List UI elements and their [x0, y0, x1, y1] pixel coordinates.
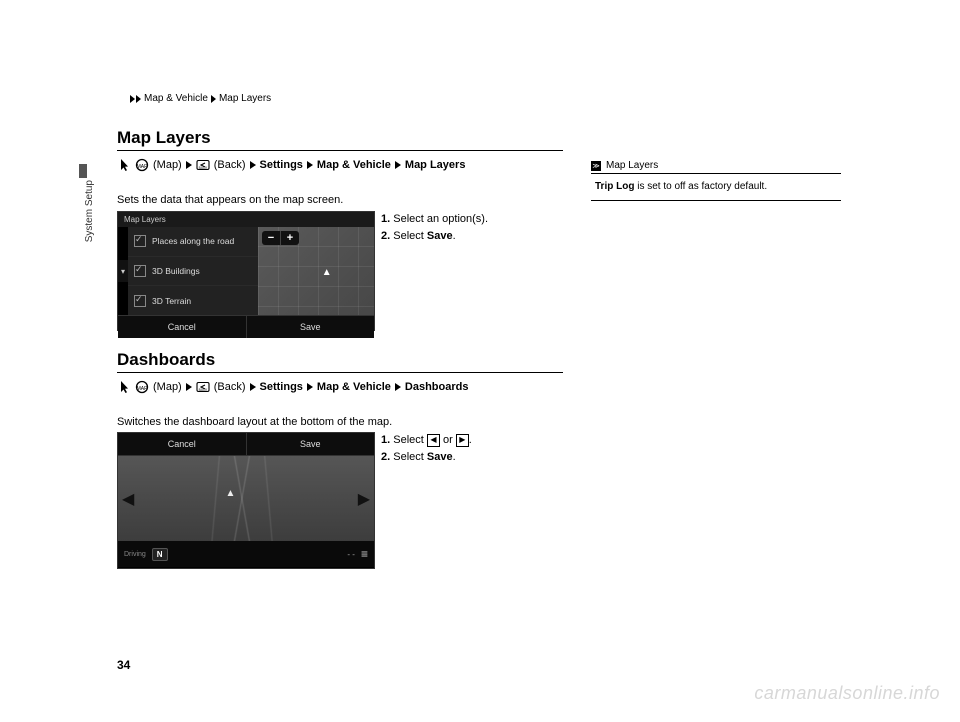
- screenshot-dashboards: Cancel Save ◀ ▶ ▲ Driving N - - ≡: [117, 432, 375, 569]
- option-places-along-road[interactable]: Places along the road: [128, 227, 258, 257]
- map-icon: MAP: [135, 158, 149, 172]
- side-note-text: Trip Log is set to off as factory defaul…: [591, 174, 841, 201]
- instruction-steps: 1. Select an option(s). 2. Select Save.: [381, 211, 488, 244]
- nav-text: (Back): [214, 159, 246, 171]
- manual-page: Map & Vehicle Map Layers System Setup Ma…: [0, 0, 960, 722]
- checkbox-icon: [134, 235, 146, 247]
- nav-text: Dashboards: [405, 381, 469, 393]
- chevron-right-icon: [307, 161, 313, 169]
- map-preview: ◀ ▶ ▲: [118, 456, 374, 541]
- nav-text: Settings: [260, 159, 303, 171]
- option-3d-buildings[interactable]: 3D Buildings: [128, 257, 258, 287]
- svg-text:MAP: MAP: [137, 386, 149, 392]
- section-label: System Setup: [84, 180, 95, 242]
- arrow-left-icon[interactable]: ◀: [122, 489, 134, 509]
- speed-readout: - -: [347, 550, 355, 559]
- nav-text: (Map): [153, 159, 182, 171]
- side-note-title: Map Layers: [606, 160, 658, 171]
- chevron-right-icon: [186, 161, 192, 169]
- save-button[interactable]: Save: [247, 433, 375, 455]
- arrow-right-icon: ▶: [456, 434, 469, 447]
- chevron-right-icon: [130, 95, 135, 103]
- back-icon: BACK: [196, 158, 210, 172]
- chevron-right-icon: [186, 383, 192, 391]
- breadcrumb: Map & Vehicle Map Layers: [130, 93, 271, 104]
- chevron-right-icon: [250, 383, 256, 391]
- location-marker-icon: ▲: [226, 488, 236, 499]
- menu-icon[interactable]: ≡: [361, 547, 368, 561]
- instruction-steps: 1. Select ◀ or ▶. 2. Select Save.: [381, 432, 472, 465]
- screenshot-map-layers: Map Layers ▾ Places along the road 3D Bu…: [117, 211, 375, 331]
- scroll-down-icon[interactable]: ▾: [118, 260, 128, 282]
- nav-text: (Map): [153, 381, 182, 393]
- nav-path-dashboards: MAP (Map) BACK (Back) Settings Map & Veh…: [117, 380, 468, 394]
- option-3d-terrain[interactable]: 3D Terrain: [128, 286, 258, 315]
- divider: [117, 372, 563, 373]
- driving-label: Driving: [124, 551, 146, 558]
- nav-text: (Back): [214, 381, 246, 393]
- chevron-right-icon: [395, 161, 401, 169]
- cancel-button[interactable]: Cancel: [118, 433, 247, 455]
- chevron-right-icon: [395, 383, 401, 391]
- save-button[interactable]: Save: [247, 316, 375, 338]
- heading-map-layers: Map Layers: [117, 128, 211, 148]
- chevron-right-icon: [136, 95, 141, 103]
- svg-text:MAP: MAP: [137, 164, 149, 170]
- svg-text:BACK: BACK: [198, 166, 208, 170]
- dashboard-bar: Driving N - - ≡: [118, 541, 374, 567]
- cancel-button[interactable]: Cancel: [118, 316, 247, 338]
- nav-text: Map Layers: [405, 159, 466, 171]
- page-number: 34: [117, 658, 130, 672]
- side-note-box: ≫ Map Layers Trip Log is set to off as f…: [591, 160, 841, 201]
- chevron-right-icon: [307, 383, 313, 391]
- note-marker-icon: ≫: [591, 161, 601, 171]
- breadcrumb-seg: Map & Vehicle: [144, 93, 208, 104]
- map-preview: − + ▲: [258, 227, 374, 315]
- compass-indicator: N: [152, 548, 168, 561]
- section-desc: Switches the dashboard layout at the bot…: [117, 416, 392, 428]
- cursor-icon: [117, 380, 131, 394]
- section-marker: [79, 164, 87, 178]
- section-desc: Sets the data that appears on the map sc…: [117, 194, 343, 206]
- map-icon: MAP: [135, 380, 149, 394]
- arrow-left-icon: ◀: [427, 434, 440, 447]
- ui-title: Map Layers: [118, 212, 374, 227]
- nav-text: Map & Vehicle: [317, 381, 391, 393]
- divider: [117, 150, 563, 151]
- nav-text: Map & Vehicle: [317, 159, 391, 171]
- nav-path-map-layers: MAP (Map) BACK (Back) Settings Map & Veh…: [117, 158, 465, 172]
- checkbox-icon: [134, 265, 146, 277]
- cursor-icon: [117, 158, 131, 172]
- back-icon: BACK: [196, 380, 210, 394]
- nav-text: Settings: [260, 381, 303, 393]
- heading-dashboards: Dashboards: [117, 350, 215, 370]
- arrow-right-icon[interactable]: ▶: [358, 489, 370, 509]
- zoom-control[interactable]: − +: [262, 231, 299, 245]
- location-marker-icon: ▲: [322, 267, 332, 278]
- checkbox-icon: [134, 295, 146, 307]
- zoom-in-button[interactable]: +: [281, 231, 299, 245]
- chevron-right-icon: [250, 161, 256, 169]
- chevron-right-icon: [211, 95, 216, 103]
- breadcrumb-seg: Map Layers: [219, 93, 271, 104]
- svg-text:BACK: BACK: [198, 388, 208, 392]
- watermark: carmanualsonline.info: [754, 683, 940, 704]
- zoom-out-button[interactable]: −: [262, 231, 280, 245]
